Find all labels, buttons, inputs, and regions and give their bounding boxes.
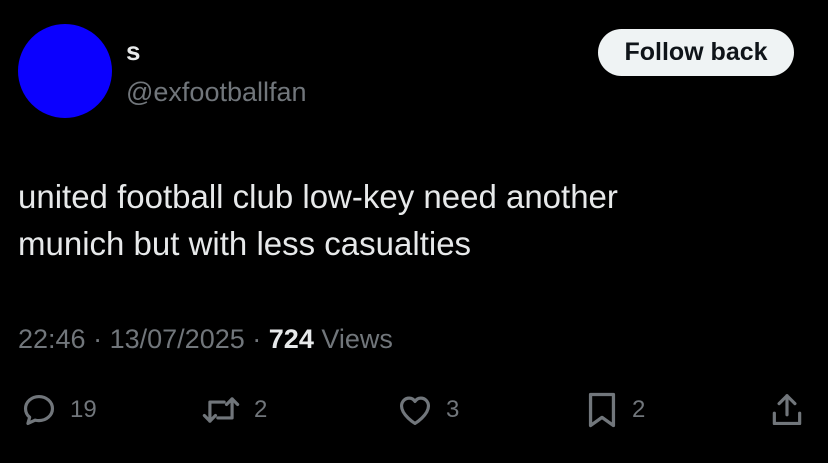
avatar[interactable] [18, 24, 112, 118]
tweet-text: united football club low-key need anothe… [18, 173, 798, 267]
repost-icon [200, 391, 242, 429]
repost-count: 2 [254, 396, 268, 423]
like-button[interactable]: 3 [396, 390, 459, 430]
heart-icon [396, 391, 434, 429]
reply-icon [20, 391, 58, 429]
author-handle[interactable]: @exfootballfan [126, 76, 307, 108]
tweet-time[interactable]: 22:46 [18, 324, 86, 354]
author-display-name[interactable]: s [126, 36, 140, 66]
bookmark-icon [584, 390, 620, 430]
reply-count: 19 [70, 396, 97, 423]
tweet-meta: 22:46 · 13/07/2025 · 724 Views [18, 322, 393, 356]
meta-separator: · [252, 324, 262, 354]
share-icon [768, 391, 806, 429]
tweet-text-line: munich but with less casualties [18, 225, 472, 262]
follow-back-button[interactable]: Follow back [598, 29, 794, 76]
like-count: 3 [446, 396, 460, 423]
meta-separator: · [93, 324, 103, 354]
repost-button[interactable]: 2 [200, 390, 267, 430]
views-count: 724 [268, 324, 314, 354]
bookmark-count: 2 [632, 396, 646, 423]
reply-button[interactable]: 19 [20, 390, 97, 430]
bookmark-button[interactable]: 2 [584, 390, 645, 430]
views-label: Views [321, 324, 393, 354]
tweet-date[interactable]: 13/07/2025 [110, 324, 245, 354]
share-button[interactable] [768, 390, 806, 430]
tweet-text-line: united football club low-key need anothe… [18, 178, 618, 215]
